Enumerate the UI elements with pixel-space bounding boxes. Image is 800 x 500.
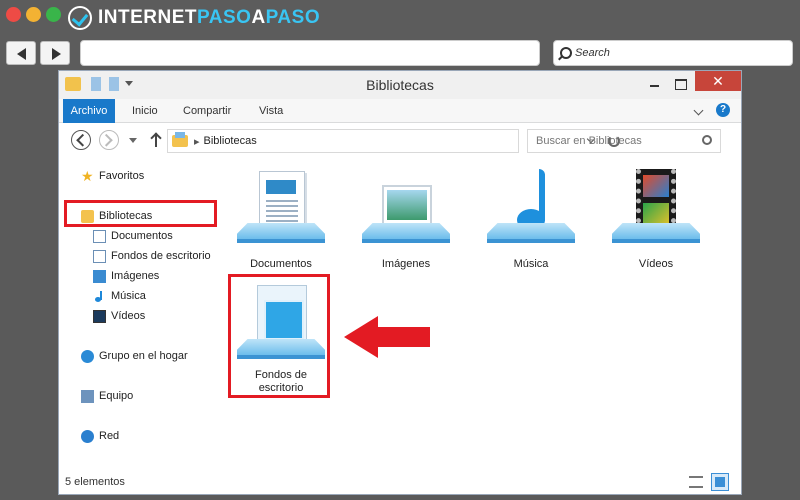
tile-label: Imágenes bbox=[381, 258, 431, 270]
network-icon bbox=[81, 429, 94, 443]
browser-titlebar: INTERNETPASOAPASO bbox=[0, 0, 800, 36]
brand-name: INTERNETPASOAPASO bbox=[98, 7, 321, 28]
video-icon bbox=[93, 309, 106, 323]
tab-archivo[interactable]: Archivo bbox=[63, 99, 115, 123]
library-search-input[interactable]: Buscar en Bibliotecas bbox=[527, 129, 721, 153]
nav-grupo-hogar-label: Grupo en el hogar bbox=[99, 350, 188, 362]
window-titlebar: Bibliotecas ✕ bbox=[59, 71, 741, 99]
check-icon bbox=[68, 6, 92, 30]
search-icon bbox=[702, 135, 712, 145]
star-icon: ★ bbox=[81, 167, 94, 184]
forward-button[interactable] bbox=[99, 130, 119, 150]
library-tile-musica[interactable]: Música bbox=[481, 167, 581, 277]
browser-toolbar: Search bbox=[0, 36, 800, 70]
close-button[interactable]: ✕ bbox=[695, 71, 741, 91]
nav-imagenes-label: Imágenes bbox=[111, 270, 160, 282]
minimize-dot[interactable] bbox=[26, 7, 41, 22]
expand-ribbon-chevron-icon[interactable] bbox=[693, 105, 704, 116]
library-shelf-icon bbox=[487, 223, 575, 245]
help-icon[interactable]: ? bbox=[716, 103, 730, 117]
nav-fondos[interactable]: Fondos de escritorio bbox=[93, 247, 211, 265]
tab-compartir[interactable]: Compartir bbox=[183, 99, 231, 123]
pictures-library-icon bbox=[382, 185, 432, 225]
breadcrumb-bibliotecas[interactable]: Bibliotecas bbox=[204, 135, 257, 147]
document-icon bbox=[93, 229, 106, 243]
up-folder-icon[interactable] bbox=[151, 132, 161, 148]
picture-icon bbox=[93, 269, 106, 283]
browser-search-input[interactable]: Search bbox=[553, 40, 793, 66]
browser-back-button[interactable] bbox=[6, 41, 36, 65]
tile-label: Vídeos bbox=[638, 258, 674, 270]
library-tile-documentos[interactable]: Documentos bbox=[231, 167, 331, 277]
nav-favoritos[interactable]: ★ Favoritos bbox=[81, 167, 144, 185]
nav-musica-label: Música bbox=[111, 290, 146, 302]
maximize-dot[interactable] bbox=[46, 7, 61, 22]
library-tile-imagenes[interactable]: Imágenes bbox=[356, 167, 456, 277]
nav-videos[interactable]: Vídeos bbox=[93, 307, 145, 325]
computer-icon bbox=[81, 389, 94, 403]
nav-fondos-label: Fondos de escritorio bbox=[111, 250, 211, 262]
nav-musica[interactable]: Música bbox=[93, 287, 146, 305]
details-view-icon[interactable] bbox=[689, 476, 703, 488]
highlight-bibliotecas bbox=[64, 200, 217, 227]
music-note-icon bbox=[93, 290, 106, 303]
brand-logo: INTERNETPASOAPASO bbox=[68, 4, 320, 32]
back-arrow-icon bbox=[17, 48, 26, 60]
nav-videos-label: Vídeos bbox=[111, 310, 146, 322]
nav-documentos-label: Documentos bbox=[111, 230, 173, 242]
tab-vista[interactable]: Vista bbox=[259, 99, 283, 123]
item-count: 5 elementos bbox=[65, 476, 125, 488]
library-search-placeholder: Buscar en Bibliotecas bbox=[536, 135, 642, 147]
browser-forward-button[interactable] bbox=[40, 41, 70, 65]
nav-documentos[interactable]: Documentos bbox=[93, 227, 173, 245]
address-bar[interactable]: ▸ Bibliotecas bbox=[167, 129, 620, 153]
maximize-button[interactable] bbox=[667, 75, 693, 93]
minimize-button[interactable] bbox=[641, 75, 667, 93]
back-button[interactable] bbox=[71, 130, 91, 150]
breadcrumb-separator: ▸ bbox=[194, 135, 200, 148]
tile-label: Música bbox=[513, 258, 549, 270]
nav-imagenes[interactable]: Imágenes bbox=[93, 267, 159, 285]
explorer-window: Bibliotecas ✕ Archivo Inicio Compartir V… bbox=[58, 70, 742, 495]
nav-equipo-label: Equipo bbox=[99, 390, 134, 402]
homegroup-icon bbox=[81, 349, 94, 363]
nav-equipo[interactable]: Equipo bbox=[81, 387, 133, 405]
library-shelf-icon bbox=[612, 223, 700, 245]
library-shelf-icon bbox=[237, 223, 325, 245]
nav-red[interactable]: Red bbox=[81, 427, 119, 445]
status-bar: 5 elementos bbox=[59, 471, 741, 494]
back-arrow-icon bbox=[76, 133, 89, 147]
address-row: ▸ Bibliotecas Buscar en Bibliotecas bbox=[59, 124, 741, 158]
ribbon-tabs: Archivo Inicio Compartir Vista ? bbox=[59, 99, 741, 123]
nav-red-label: Red bbox=[99, 430, 120, 442]
browser-search-placeholder: Search bbox=[575, 47, 610, 59]
large-icons-view-icon[interactable] bbox=[711, 473, 729, 491]
nav-favoritos-label: Favoritos bbox=[99, 170, 145, 182]
library-icon bbox=[172, 132, 188, 147]
highlight-fondos-tile bbox=[228, 274, 330, 398]
tab-inicio[interactable]: Inicio bbox=[132, 99, 158, 123]
search-icon bbox=[560, 47, 572, 59]
window-title: Bibliotecas bbox=[366, 77, 434, 93]
tile-label: Documentos bbox=[250, 258, 312, 270]
wallpaper-icon bbox=[93, 249, 106, 263]
library-shelf-icon bbox=[362, 223, 450, 245]
forward-arrow-icon bbox=[100, 133, 113, 147]
library-tile-videos[interactable]: Vídeos bbox=[606, 167, 706, 277]
nav-grupo-hogar[interactable]: Grupo en el hogar bbox=[81, 347, 188, 365]
close-dot[interactable] bbox=[6, 7, 21, 22]
pointer-arrow-icon bbox=[344, 316, 430, 358]
forward-arrow-icon bbox=[52, 48, 61, 60]
url-bar[interactable] bbox=[80, 40, 540, 66]
recent-locations-dropdown-icon[interactable] bbox=[129, 138, 137, 143]
